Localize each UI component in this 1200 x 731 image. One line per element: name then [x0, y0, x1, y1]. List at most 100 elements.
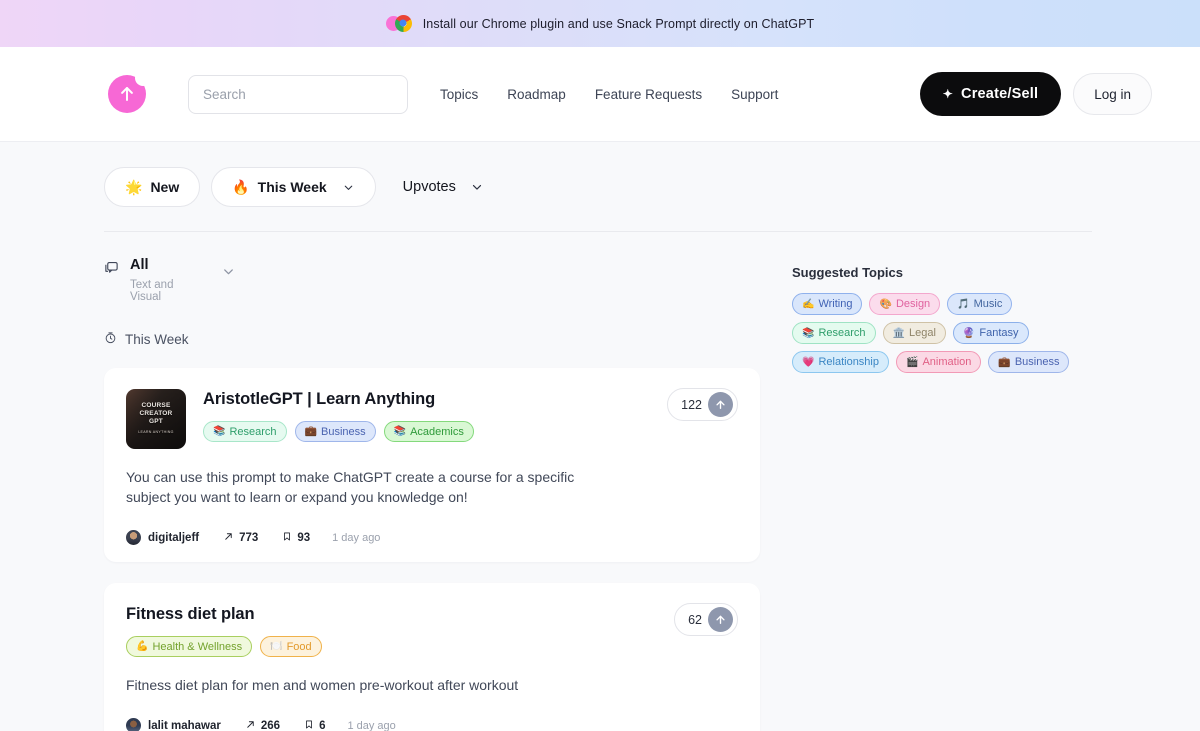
briefcase-emoji-icon: 💼 — [998, 357, 1010, 368]
topic-animation[interactable]: 🎬 Animation — [896, 351, 981, 373]
filter-bar: 🌟 New 🔥 This Week Upvotes — [104, 142, 1092, 207]
books-emoji-icon: 📚 — [802, 328, 814, 339]
topic-business[interactable]: 💼 Business — [988, 351, 1069, 373]
content-type-filter[interactable]: All Text and Visual — [104, 256, 236, 303]
bookmark-icon — [282, 531, 292, 545]
card-author[interactable]: lalit mahawar — [148, 720, 221, 731]
star-emoji-icon: 🌟 — [125, 179, 142, 196]
search-input[interactable] — [188, 75, 408, 114]
nav-link-topics[interactable]: Topics — [440, 87, 478, 102]
topic-label: Design — [896, 298, 930, 310]
header-actions: ✦ Create/Sell Log in — [920, 72, 1152, 116]
chrome-icon — [395, 15, 412, 32]
tag-business[interactable]: 💼 Business — [295, 421, 376, 442]
sort-label: Upvotes — [403, 179, 456, 195]
create-sell-button[interactable]: ✦ Create/Sell — [920, 72, 1061, 116]
chat-bubble-icon — [104, 256, 119, 280]
topic-fantasy[interactable]: 🔮 Fantasy — [953, 322, 1029, 344]
upvote-button[interactable]: 122 — [667, 388, 738, 421]
avatar[interactable] — [126, 718, 141, 731]
topic-label: Music — [974, 298, 1003, 310]
card-meta: digitaljeff 773 93 — [126, 530, 738, 562]
card-views: 773 — [223, 531, 258, 545]
views-count: 773 — [239, 532, 258, 544]
filter-period[interactable]: 🔥 This Week — [211, 167, 375, 207]
chrome-plugin-banner[interactable]: Install our Chrome plugin and use Snack … — [0, 0, 1200, 47]
site-header: Topics Roadmap Feature Requests Support … — [0, 47, 1200, 142]
topic-research[interactable]: 📚 Research — [792, 322, 876, 344]
banner-icon-group — [386, 15, 414, 33]
card-thumbnail: COURSE CREATOR GPT LEARN ANYTHING — [126, 389, 186, 449]
upvote-arrow-icon[interactable] — [708, 392, 733, 417]
tag-food[interactable]: 🍽️ Food — [260, 636, 322, 657]
tag-label: Business — [321, 426, 366, 438]
trending-arrow-icon — [223, 531, 234, 545]
music-note-emoji-icon: 🎵 — [957, 299, 969, 310]
main-nav: Topics Roadmap Feature Requests Support — [440, 87, 778, 102]
card-views: 266 — [245, 719, 280, 731]
tag-health-wellness[interactable]: 💪 Health & Wellness — [126, 636, 252, 657]
tag-academics[interactable]: 📚 Academics — [384, 421, 474, 442]
page-body: 🌟 New 🔥 This Week Upvotes — [0, 142, 1200, 731]
upvote-arrow-icon[interactable] — [708, 607, 733, 632]
feed-column: All Text and Visual — [104, 256, 760, 731]
card-head: Fitness diet plan 💪 Health & Wellness 🍽️… — [126, 604, 738, 657]
topic-label: Relationship — [818, 356, 879, 368]
card-tags: 📚 Research 💼 Business 📚 Academics — [203, 421, 738, 442]
tag-label: Research — [229, 426, 276, 438]
create-sell-label: Create/Sell — [961, 86, 1038, 102]
avatar[interactable] — [126, 530, 141, 545]
suggested-topics-list: ✍️ Writing 🎨 Design 🎵 Music 📚 Research — [792, 293, 1082, 373]
up-arrow-icon — [118, 85, 136, 103]
tag-label: Food — [287, 641, 312, 653]
topic-writing[interactable]: ✍️ Writing — [792, 293, 862, 315]
topic-label: Animation — [922, 356, 971, 368]
content-type-subtitle: Text and Visual — [130, 279, 198, 303]
comments-count: 93 — [297, 532, 310, 544]
card-tags: 💪 Health & Wellness 🍽️ Food — [126, 636, 738, 657]
topic-design[interactable]: 🎨 Design — [869, 293, 940, 315]
classical-building-emoji-icon: 🏛️ — [893, 328, 905, 339]
prompt-card[interactable]: Fitness diet plan 💪 Health & Wellness 🍽️… — [104, 583, 760, 731]
topic-relationship[interactable]: 💗 Relationship — [792, 351, 889, 373]
topic-music[interactable]: 🎵 Music — [947, 293, 1012, 315]
topic-label: Writing — [818, 298, 852, 310]
card-comments: 93 — [282, 531, 310, 545]
card-title[interactable]: AristotleGPT | Learn Anything — [203, 389, 738, 409]
login-button[interactable]: Log in — [1073, 73, 1152, 115]
section-header-this-week: This Week — [104, 331, 760, 347]
palette-emoji-icon: 🎨 — [879, 299, 891, 310]
topic-label: Business — [1015, 356, 1060, 368]
sidebar: Suggested Topics ✍️ Writing 🎨 Design 🎵 M… — [792, 256, 1092, 731]
card-title[interactable]: Fitness diet plan — [126, 604, 738, 624]
nav-link-roadmap[interactable]: Roadmap — [507, 87, 566, 102]
prompt-card[interactable]: COURSE CREATOR GPT LEARN ANYTHING Aristo… — [104, 368, 760, 562]
topic-legal[interactable]: 🏛️ Legal — [883, 322, 946, 344]
topic-label: Research — [818, 327, 865, 339]
card-timestamp: 1 day ago — [347, 720, 395, 731]
writing-emoji-icon: ✍️ — [802, 299, 814, 310]
card-author[interactable]: digitaljeff — [148, 532, 199, 544]
upvote-count: 122 — [681, 398, 702, 412]
card-meta: lalit mahawar 266 6 — [126, 718, 738, 731]
filter-new[interactable]: 🌟 New — [104, 167, 200, 207]
muscle-emoji-icon: 💪 — [136, 641, 148, 652]
books-emoji-icon: 📚 — [213, 426, 225, 437]
sort-select[interactable]: Upvotes — [403, 179, 484, 195]
clock-icon — [104, 331, 117, 347]
chevron-down-icon — [470, 180, 484, 194]
tag-research[interactable]: 📚 Research — [203, 421, 287, 442]
card-comments: 6 — [304, 719, 325, 731]
upvote-button[interactable]: 62 — [674, 603, 738, 636]
nav-link-feature-requests[interactable]: Feature Requests — [595, 87, 702, 102]
snack-prompt-logo[interactable] — [108, 75, 146, 113]
section-label: This Week — [125, 332, 189, 347]
clapper-board-emoji-icon: 🎬 — [906, 357, 918, 368]
chevron-down-icon — [342, 181, 355, 194]
chevron-down-icon — [221, 256, 236, 284]
nav-link-support[interactable]: Support — [731, 87, 778, 102]
sparkle-icon: ✦ — [943, 88, 953, 100]
card-top: Fitness diet plan 💪 Health & Wellness 🍽️… — [126, 604, 738, 657]
main-grid: All Text and Visual — [104, 232, 1092, 731]
banner-text: Install our Chrome plugin and use Snack … — [423, 17, 815, 31]
